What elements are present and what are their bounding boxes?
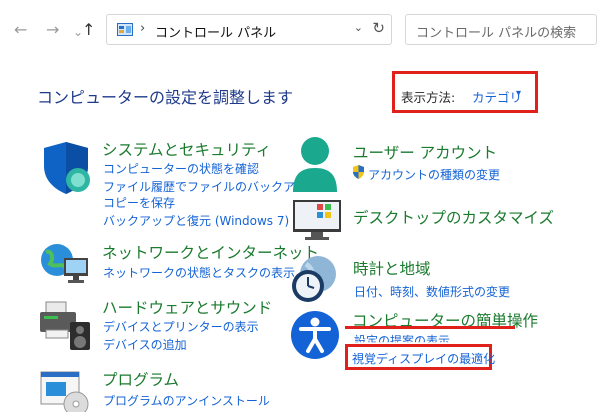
address-dropdown-button[interactable]: ⌄ xyxy=(354,21,363,34)
link-backup-restore-win7[interactable]: バックアップと復元 (Windows 7) xyxy=(103,212,289,229)
printer-speaker-icon xyxy=(40,301,90,350)
link-network-status-tasks[interactable]: ネットワークの状態とタスクの表示 xyxy=(103,264,295,281)
up-button[interactable]: ↑ xyxy=(82,20,95,40)
category-system-security[interactable]: システムとセキュリティ xyxy=(102,138,271,160)
link-change-account-type[interactable]: アカウントの種類の変更 xyxy=(368,166,500,183)
link-check-computer-status[interactable]: コンピューターの状態を確認 xyxy=(103,160,259,177)
page-heading: コンピューターの設定を調整します xyxy=(37,88,294,107)
link-optimize-visual-display[interactable]: 視覚ディスプレイの最適化 xyxy=(352,350,495,367)
refresh-button[interactable]: ↻ xyxy=(372,19,385,37)
view-mode-dropdown[interactable]: カテゴリ xyxy=(472,87,522,106)
breadcrumb-separator: › xyxy=(140,21,146,36)
search-placeholder: コントロール パネルの検索 xyxy=(416,26,577,41)
link-change-date-time-number-format[interactable]: 日付、時刻、数値形式の変更 xyxy=(354,283,510,300)
category-clock-region[interactable]: 時計と地域 xyxy=(353,257,431,279)
category-user-accounts[interactable]: ユーザー アカウント xyxy=(353,141,497,163)
category-network-internet[interactable]: ネットワークとインターネット xyxy=(102,241,319,263)
programs-disc-icon xyxy=(40,371,89,412)
ease-of-access-underline xyxy=(345,326,515,329)
user-account-icon xyxy=(293,137,337,192)
clock-globe-icon xyxy=(292,256,336,302)
view-mode-caret-icon[interactable]: ▾ xyxy=(516,88,521,99)
network-globe-icon xyxy=(41,244,88,283)
category-programs[interactable]: プログラム xyxy=(102,368,179,390)
shield-icon xyxy=(44,142,90,194)
link-file-history-backup[interactable]: ファイル履歴でファイルのバックアップ xyxy=(103,178,319,195)
uac-shield-icon xyxy=(353,165,364,179)
forward-button[interactable]: → xyxy=(46,20,59,40)
link-uninstall-program[interactable]: プログラムのアンインストール xyxy=(103,392,270,409)
category-desktop-customization[interactable]: デスクトップのカスタマイズ xyxy=(353,206,554,228)
link-add-device[interactable]: デバイスの追加 xyxy=(103,336,187,353)
view-mode-label: 表示方法: xyxy=(401,90,456,105)
breadcrumb-control-panel[interactable]: コントロール パネル xyxy=(155,22,276,41)
link-file-history-backup-cont[interactable]: コピーを保存 xyxy=(103,194,175,211)
search-box[interactable]: コントロール パネルの検索 xyxy=(405,14,597,45)
desktop-monitor-icon xyxy=(293,200,341,240)
accessibility-icon xyxy=(291,311,339,359)
control-panel-icon xyxy=(117,23,133,36)
category-hardware-sound[interactable]: ハードウェアとサウンド xyxy=(102,296,272,318)
link-devices-printers[interactable]: デバイスとプリンターの表示 xyxy=(103,318,259,335)
address-bar[interactable]: › コントロール パネル ⌄ ↻ xyxy=(106,14,392,45)
back-button[interactable]: ← xyxy=(14,20,27,40)
